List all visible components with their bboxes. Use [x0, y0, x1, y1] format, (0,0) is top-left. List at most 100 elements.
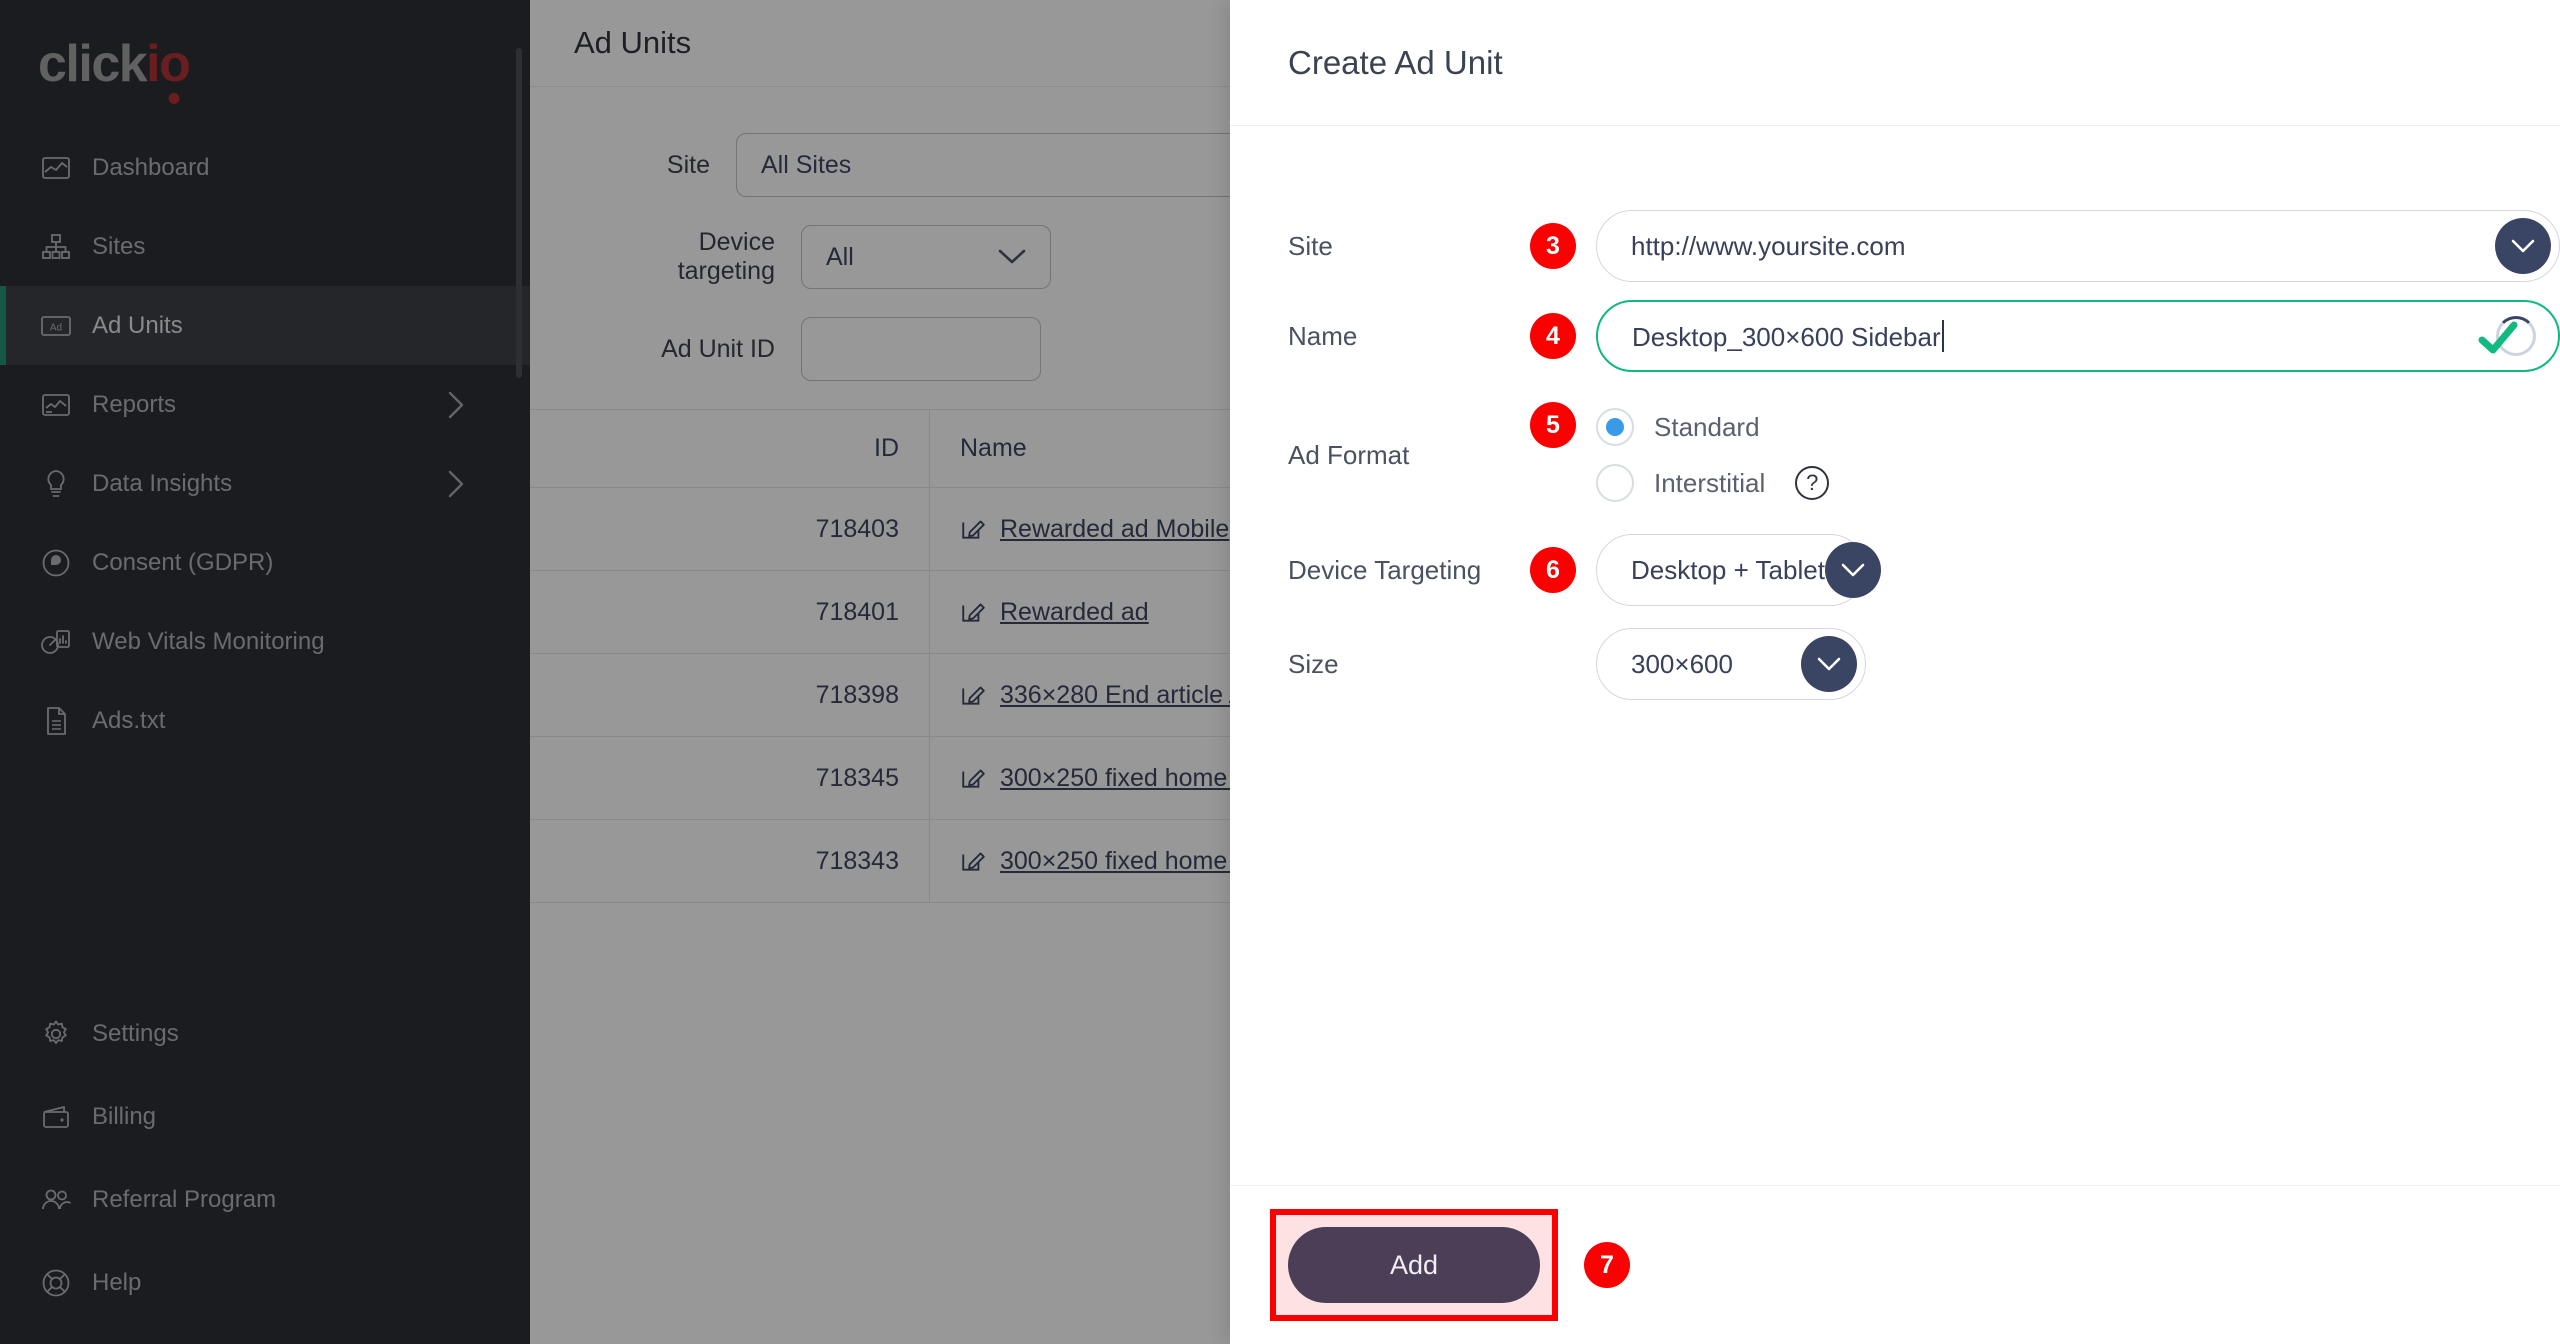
sidebar-nav-bottom: Settings Billing Referral Program Help [0, 992, 530, 1344]
column-header-name: Name [960, 434, 1027, 462]
radio-standard-label: Standard [1654, 411, 1760, 442]
field-site-label: Site [1288, 230, 1333, 261]
radio-option-standard[interactable]: Standard [1596, 402, 1829, 452]
radio-interstitial-label: Interstitial [1654, 467, 1766, 498]
sidebar-item-sites[interactable]: Sites [0, 207, 530, 286]
sidebar-nav: Dashboard Sites Ad Ad Units Reports Data… [0, 128, 530, 760]
step-badge-4: 4 [1530, 313, 1576, 359]
sidebar-item-label: Dashboard [92, 153, 210, 181]
sidebar-item-label: Billing [92, 1102, 157, 1130]
drawer-title: Create Ad Unit [1288, 43, 1503, 81]
filter-device-value: All [826, 242, 854, 271]
cell-name: 336×280 End article Al [930, 681, 1251, 710]
radio-interstitial-icon[interactable] [1596, 464, 1634, 502]
sidebar-item-dashboard[interactable]: Dashboard [0, 128, 530, 207]
page-title: Ad Units [574, 25, 692, 60]
filter-device-label: Device targeting [677, 228, 775, 285]
cell-id: 718401 [530, 571, 930, 653]
sidebar-item-reports[interactable]: Reports [0, 365, 530, 444]
field-name-row: Name 4 Desktop_300×600 Sidebar [1230, 300, 2560, 372]
cell-id: 718343 [530, 820, 930, 902]
wallet-icon [38, 1101, 74, 1133]
logo-text-i: i [146, 35, 160, 93]
device-targeting-select[interactable]: Desktop + Tablet [1596, 534, 1881, 606]
sidebar-item-settings[interactable]: Settings [0, 992, 530, 1075]
field-site-row: Site 3 http://www.yoursite.com [1230, 210, 2560, 282]
add-button-highlight: Add [1270, 1209, 1558, 1321]
chevron-down-icon[interactable] [2495, 218, 2551, 274]
cell-name-link[interactable]: 300×250 fixed home u [1000, 847, 1248, 876]
edit-pencil-icon[interactable] [960, 765, 986, 791]
sidebar-item-label: Ads.txt [92, 706, 166, 734]
question-mark-icon[interactable]: ? [1795, 466, 1830, 500]
edit-pencil-icon[interactable] [960, 516, 986, 542]
size-select-value: 300×600 [1631, 648, 1733, 679]
cell-id: 718345 [530, 737, 930, 819]
edit-pencil-icon[interactable] [960, 682, 986, 708]
lifebuoy-icon [38, 1267, 74, 1299]
cell-name-link[interactable]: Rewarded ad Mobile [1000, 515, 1229, 544]
sidebar-item-billing[interactable]: Billing [0, 1075, 530, 1158]
svg-text:Ad: Ad [50, 322, 62, 333]
name-input[interactable]: Desktop_300×600 Sidebar [1596, 300, 2560, 372]
cell-name-link[interactable]: Rewarded ad [1000, 598, 1149, 627]
device-targeting-value: Desktop + Tablet [1631, 554, 1825, 585]
drawer-body: Site 3 http://www.yoursite.com Name 4 De… [1230, 126, 2560, 1185]
app-root: Ad Units Site All Sites Device targeting… [0, 0, 2560, 1344]
ad-icon: Ad [38, 310, 74, 342]
logo: clickio [0, 0, 530, 118]
create-ad-unit-drawer: Create Ad Unit Site 3 http://www.yoursit… [1230, 0, 2560, 1344]
edit-pencil-icon[interactable] [960, 599, 986, 625]
chevron-down-icon [998, 249, 1026, 264]
sidebar-item-label: Ad Units [92, 311, 183, 339]
sidebar-item-label: Consent (GDPR) [92, 548, 274, 576]
sidebar-item-label: Sites [92, 232, 146, 260]
field-ad-format-label: Ad Format [1288, 439, 1410, 470]
chevron-down-icon[interactable] [1824, 542, 1881, 598]
sidebar-item-label: Web Vitals Monitoring [92, 627, 325, 655]
filter-device-select[interactable]: All [801, 225, 1051, 289]
radio-option-interstitial[interactable]: Interstitial ? [1596, 458, 1830, 508]
sidebar-scrollbar[interactable] [516, 48, 522, 378]
step-badge-3: 3 [1530, 223, 1576, 269]
report-chart-icon [38, 389, 74, 421]
sidebar-item-ads-txt[interactable]: Ads.txt [0, 681, 530, 760]
sidebar-item-consent-gdpr[interactable]: Consent (GDPR) [0, 523, 530, 602]
lightbulb-icon [38, 468, 74, 500]
sidebar-item-label: Data Insights [92, 469, 233, 497]
field-device-targeting-label: Device Targeting [1288, 554, 1482, 585]
sidebar-item-web-vitals-monitoring[interactable]: Web Vitals Monitoring [0, 602, 530, 681]
drawer-header: Create Ad Unit [1230, 0, 2560, 126]
sidebar-item-ad-units[interactable]: Ad Ad Units [0, 286, 530, 365]
radio-standard-icon[interactable] [1596, 408, 1634, 446]
filter-site-label: Site [666, 150, 710, 179]
chevron-down-icon[interactable] [1801, 636, 1857, 692]
filter-site-value: All Sites [761, 150, 852, 179]
cell-name-link[interactable]: 300×250 fixed home u [1000, 764, 1248, 793]
step-badge-7: 7 [1584, 1242, 1630, 1288]
drawer-footer: Add 7 [1230, 1185, 2560, 1344]
sidebar-item-referral-program[interactable]: Referral Program [0, 1158, 530, 1241]
document-icon [38, 705, 74, 737]
cell-name: 300×250 fixed home u [930, 847, 1248, 876]
consent-icon [38, 547, 74, 579]
filter-site-select[interactable]: All Sites [736, 133, 1296, 197]
sidebar-item-data-insights[interactable]: Data Insights [0, 444, 530, 523]
cell-id: 718403 [530, 488, 930, 570]
site-select[interactable]: http://www.yoursite.com [1596, 210, 2560, 282]
site-select-value: http://www.yoursite.com [1631, 230, 1906, 261]
sidebar-item-label: Help [92, 1268, 142, 1296]
cell-name: Rewarded ad [930, 598, 1149, 627]
logo-dot-icon [168, 93, 180, 104]
size-select[interactable]: 300×600 [1596, 628, 1866, 700]
sidebar-item-help[interactable]: Help [0, 1241, 530, 1324]
chevron-right-icon [446, 389, 466, 421]
field-size-row: Size 300×600 [1230, 628, 2560, 700]
add-button[interactable]: Add [1288, 1227, 1540, 1303]
cell-name-link[interactable]: 336×280 End article Al [1000, 681, 1251, 710]
edit-pencil-icon[interactable] [960, 848, 986, 874]
chevron-right-icon [446, 468, 466, 500]
ad-format-radio-group: Standard Interstitial ? [1596, 402, 1830, 508]
text-caret [1941, 319, 1944, 352]
filter-adunit-input[interactable] [801, 317, 1041, 381]
